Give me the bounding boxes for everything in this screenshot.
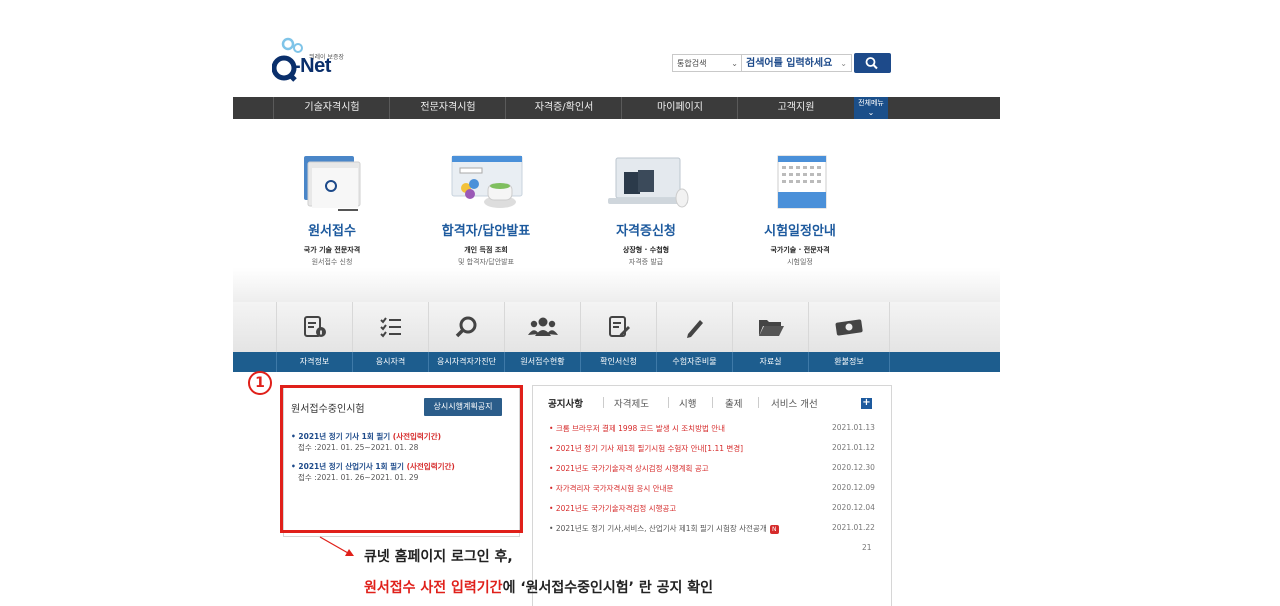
notice-extra: 21	[862, 543, 872, 552]
annotation-rest: 에 ‘원서접수중인시험’ 란 공지 확인	[502, 580, 714, 596]
search-category-select[interactable]: 통합검색 ⌄	[672, 54, 742, 72]
gnb-item-mypage[interactable]: 마이페이지	[621, 97, 738, 119]
tab-service[interactable]: 서비스 개선	[771, 396, 818, 410]
quick-description: 시험일정	[787, 258, 813, 266]
quick-item-schedule[interactable]: 시험일정안내 국가기술 · 전문자격 시험일정	[735, 150, 865, 267]
plus-icon[interactable]: +	[861, 398, 872, 409]
users-icon[interactable]	[504, 302, 580, 352]
quick-description: 및 합격자/답안발표	[457, 258, 515, 266]
menu-application-status[interactable]: 원서접수현황	[504, 352, 580, 372]
document-edit-icon[interactable]	[580, 302, 656, 352]
menu-confirmation-request[interactable]: 확인서신청	[580, 352, 656, 372]
logo-text: ‑Net	[294, 55, 331, 77]
notice-text: 자가격리자 국가자격시험 응시 안내문	[555, 484, 674, 493]
annotation-line-2: 원서접수 사전 입력기간에 ‘원서접수중인시험’ 란 공지 확인	[364, 577, 713, 597]
laptop-passport-icon	[596, 150, 696, 216]
notice-date: 2020.12.09	[832, 483, 875, 492]
tab-notice[interactable]: 공지사항	[548, 396, 583, 410]
search-icon	[865, 57, 878, 70]
new-badge: N	[769, 524, 779, 534]
search-button[interactable]	[854, 53, 891, 73]
notice-text: 2021년도 국가기술자격 상시검정 시행계획 공고	[555, 464, 709, 473]
quick-item-certificate[interactable]: 자격증신청 상장형 · 수첩형 자격증 발급	[581, 150, 711, 267]
gnb-item-tech-exam[interactable]: 기술자격시험	[273, 97, 390, 119]
menu-archive[interactable]: 자료실	[732, 352, 808, 372]
open-folder-icon[interactable]	[732, 302, 808, 352]
notice-item[interactable]: • 2021년도 국가기술자격 상시검정 시행계획 공고	[549, 463, 709, 474]
tab-question[interactable]: 출제	[725, 396, 742, 410]
quick-subtitle: 상장형 · 수첩형	[622, 246, 670, 254]
menu-eligibility[interactable]: 응시자격	[352, 352, 428, 372]
notice-text: 크롬 브라우저 결제 1998 코드 발생 시 조치방법 안내	[555, 424, 726, 433]
search-input[interactable]: 검색어를 입력하세요 ⌄	[742, 54, 852, 72]
qualification-info-icon[interactable]	[276, 302, 352, 352]
quick-description: 원서접수 신청	[311, 258, 353, 266]
search-placeholder: 검색어를 입력하세요	[746, 58, 833, 69]
magnifier-icon[interactable]	[428, 302, 504, 352]
gnb-item-certificate[interactable]: 자격증/확인서	[505, 97, 622, 119]
notice-date: 2021.01.12	[832, 443, 875, 452]
notice-text: 2021년 정기 기사 제1회 필기시험 수험자 안내[1.11 변경]	[555, 444, 744, 453]
menu-qualification-info[interactable]: 자격정보	[276, 352, 352, 372]
all-menu-label: 전체메뉴	[858, 99, 884, 107]
notice-date: 2020.12.30	[832, 463, 875, 472]
menu-refund-info[interactable]: 환불정보	[808, 352, 890, 372]
tab-divider	[758, 397, 759, 408]
tab-divider	[712, 397, 713, 408]
tab-enforcement[interactable]: 시행	[679, 396, 696, 410]
notice-date: 2020.12.04	[832, 503, 875, 512]
search-category-label: 통합검색	[677, 59, 707, 68]
notice-item[interactable]: • 2021년 정기 기사 제1회 필기시험 수험자 안내[1.11 변경]	[549, 443, 743, 454]
annotation-arrow	[319, 536, 354, 556]
chevron-down-icon: ⌄	[731, 59, 738, 68]
quick-title: 원서접수	[308, 224, 356, 239]
gnb-item-pro-exam[interactable]: 전문자격시험	[389, 97, 506, 119]
monitor-cup-icon	[436, 150, 536, 216]
annotation-line-1: 큐넷 홈페이지 로그인 후,	[364, 549, 513, 565]
all-menu-button[interactable]: 전체메뉴 ⌄	[854, 97, 888, 119]
quick-subtitle: 개인 득점 조회	[464, 246, 508, 254]
menu-exam-supplies[interactable]: 수험자준비물	[656, 352, 732, 372]
quick-title: 자격증신청	[616, 224, 676, 239]
quick-subtitle: 국가 기술 전문자격	[303, 246, 361, 254]
chevron-down-icon: ⌄	[840, 59, 847, 68]
money-icon[interactable]	[808, 302, 890, 352]
quick-item-application[interactable]: 원서접수 국가 기술 전문자격 원서접수 신청	[267, 150, 397, 267]
folder-icon	[282, 150, 382, 216]
annotation-highlight: 원서접수 사전 입력기간	[364, 580, 503, 596]
notice-item[interactable]: • 자가격리자 국가자격시험 응시 안내문	[549, 483, 673, 494]
menu-self-check[interactable]: 응시자격자가진단	[428, 352, 504, 372]
chevron-down-icon: ⌄	[867, 108, 875, 117]
notice-item[interactable]: • 2021년도 정기 기사,서비스, 산업기사 제1회 필기 시험장 사전공개…	[549, 523, 779, 534]
notice-item[interactable]: • 2021년도 국가기술자격검정 시행공고	[549, 503, 676, 514]
calendar-icon	[750, 150, 850, 216]
notice-panel	[532, 385, 892, 606]
tab-system[interactable]: 자격제도	[614, 396, 649, 410]
notice-text: 2021년도 국가기술자격검정 시행공고	[555, 504, 677, 513]
gnb-item-support[interactable]: 고객지원	[737, 97, 855, 119]
notice-date: 2021.01.22	[832, 523, 875, 532]
checklist-icon[interactable]	[352, 302, 428, 352]
quick-subtitle: 국가기술 · 전문자격	[770, 246, 830, 254]
highlight-box	[280, 385, 523, 533]
quick-description: 자격증 발급	[628, 258, 664, 266]
quick-item-results[interactable]: 합격자/답안발표 개인 득점 조회 및 합격자/답안발표	[421, 150, 551, 267]
notice-date: 2021.01.13	[832, 423, 875, 432]
quick-title: 시험일정안내	[764, 224, 836, 239]
notice-text: 2021년도 정기 기사,서비스, 산업기사 제1회 필기 시험장 사전공개	[555, 524, 767, 533]
tab-divider	[668, 397, 669, 408]
main-navigation: 기술자격시험 전문자격시험 자격증/확인서 마이페이지 고객지원 전체메뉴 ⌄	[233, 97, 1000, 119]
step-marker: 1	[248, 371, 272, 395]
notice-item[interactable]: • 크롬 브라우저 결제 1998 코드 발생 시 조치방법 안내	[549, 423, 725, 434]
pencil-icon[interactable]	[656, 302, 732, 352]
quick-title: 합격자/답안발표	[441, 224, 531, 239]
tab-divider	[603, 397, 604, 408]
